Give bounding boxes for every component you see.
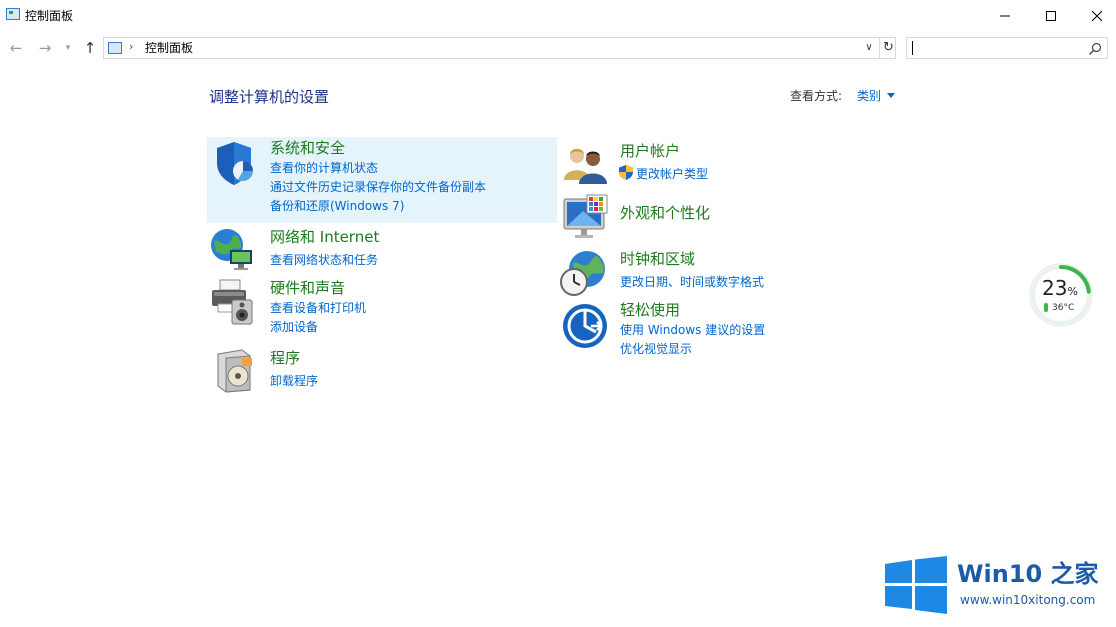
shield-icon	[217, 142, 253, 185]
chevron-down-icon: ▾	[65, 43, 71, 53]
link-change-account-type[interactable]: 更改帐户类型	[636, 166, 708, 182]
text-caret	[912, 41, 913, 55]
maximize-icon	[1046, 11, 1056, 21]
dropdown-arrow-icon[interactable]	[887, 93, 895, 98]
category-user-accounts[interactable]: 用户帐户	[620, 141, 680, 161]
window-title: 控制面板	[25, 9, 74, 23]
category-clock-region[interactable]: 时钟和区域	[620, 249, 695, 269]
network-globe-icon	[211, 229, 252, 270]
chevron-down-icon: ∨	[865, 42, 873, 53]
link-backup-restore[interactable]: 备份和还原(Windows 7)	[270, 198, 404, 214]
title-bar: 控制面板	[0, 0, 1116, 32]
address-bar[interactable]: › 控制面板 ∨ ↻	[103, 37, 896, 59]
link-network-status-tasks[interactable]: 查看网络状态和任务	[270, 252, 378, 268]
up-button[interactable]: ↑	[79, 38, 101, 58]
breadcrumb-control-panel[interactable]: 控制面板	[145, 40, 193, 56]
control-panel-icon	[6, 8, 20, 20]
arrow-left-icon: ←	[9, 39, 23, 57]
refresh-button[interactable]: ↻	[879, 38, 897, 58]
view-by-label: 查看方式:	[790, 89, 843, 103]
close-button[interactable]	[1074, 0, 1116, 32]
link-change-date-time-format[interactable]: 更改日期、时间或数字格式	[620, 274, 764, 290]
arrow-right-icon: →	[38, 39, 52, 57]
arrow-up-icon: ↑	[83, 39, 97, 57]
address-dropdown-button[interactable]: ∨	[861, 40, 877, 56]
view-by-dropdown[interactable]: 类别	[857, 88, 881, 104]
uac-shield-icon	[619, 165, 633, 180]
minimize-button[interactable]	[982, 0, 1028, 32]
cpu-temperature: 36°C	[1052, 303, 1075, 313]
link-view-computer-status[interactable]: 查看你的计算机状态	[270, 160, 378, 176]
link-file-history-backup[interactable]: 通过文件历史记录保存你的文件备份副本	[270, 179, 486, 195]
link-devices-printers[interactable]: 查看设备和打印机	[270, 300, 366, 316]
close-icon	[1092, 11, 1102, 21]
search-icon[interactable]	[1087, 41, 1103, 57]
users-icon	[564, 148, 607, 184]
programs-disc-icon	[217, 349, 252, 393]
breadcrumb-separator[interactable]: ›	[129, 40, 133, 53]
monitor-palette-icon	[563, 194, 608, 238]
windows-logo-icon	[885, 556, 947, 614]
forward-button[interactable]: →	[34, 38, 56, 58]
recent-locations-button[interactable]: ▾	[60, 38, 76, 58]
category-ease-of-access[interactable]: 轻松使用	[620, 300, 680, 320]
maximize-button[interactable]	[1028, 0, 1074, 32]
control-panel-icon	[108, 42, 122, 54]
search-input[interactable]	[906, 37, 1108, 59]
watermark-site: www.win10xitong.com	[960, 593, 1096, 607]
category-appearance-personalization[interactable]: 外观和个性化	[620, 203, 710, 223]
cpu-percent-sign: %	[1067, 285, 1078, 298]
ease-of-access-icon	[563, 304, 607, 348]
back-button[interactable]: ←	[5, 38, 27, 58]
clock-globe-icon	[560, 251, 605, 296]
watermark-title: Win10 之家	[957, 560, 1099, 588]
page-title: 调整计算机的设置	[209, 88, 330, 106]
category-network-internet[interactable]: 网络和 Internet	[270, 227, 379, 247]
category-hardware-sound[interactable]: 硬件和声音	[270, 278, 345, 298]
link-optimize-visual-display[interactable]: 优化视觉显示	[620, 341, 692, 357]
link-recommended-settings[interactable]: 使用 Windows 建议的设置	[620, 322, 765, 338]
cpu-percent-value: 23	[1042, 276, 1068, 300]
link-uninstall-program[interactable]: 卸载程序	[270, 373, 318, 389]
category-programs[interactable]: 程序	[270, 348, 300, 368]
category-system-security[interactable]: 系统和安全	[270, 138, 345, 158]
minimize-icon	[1000, 15, 1010, 17]
thermometer-icon	[1044, 303, 1048, 312]
printer-speaker-icon	[212, 279, 253, 325]
link-add-device[interactable]: 添加设备	[270, 319, 318, 335]
refresh-icon: ↻	[883, 40, 894, 55]
cpu-percent: 23%	[1042, 277, 1082, 303]
